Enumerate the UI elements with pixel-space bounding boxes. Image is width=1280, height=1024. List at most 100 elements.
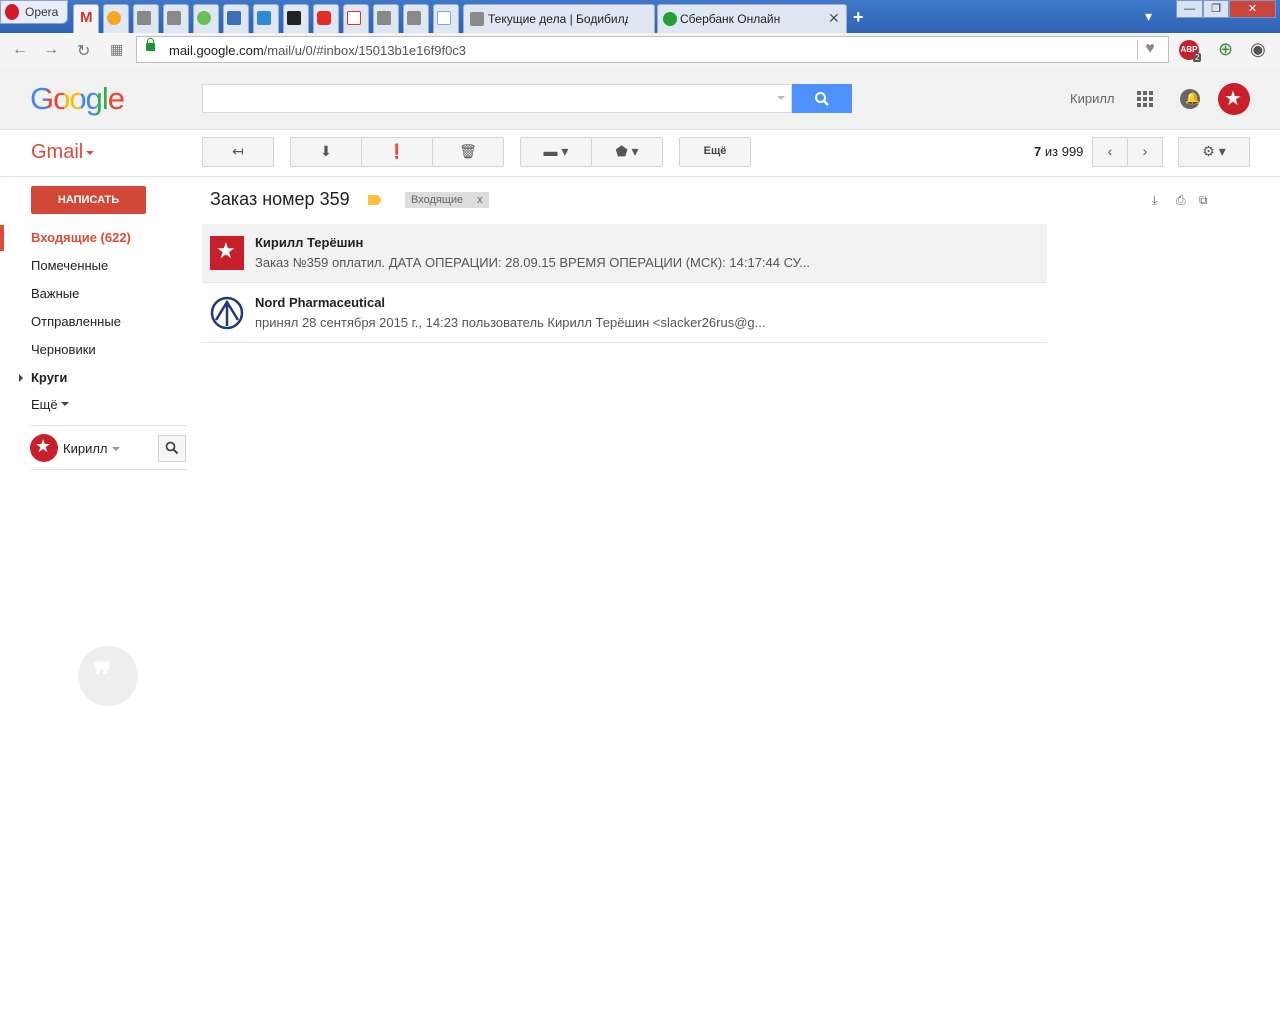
reload-icon[interactable]: ↻ (77, 41, 90, 61)
chat-icon (227, 11, 241, 25)
sidebar-item-inbox[interactable]: Входящие (622) (31, 230, 131, 245)
hangouts-user-name[interactable]: Кирилл (63, 441, 108, 456)
more-actions-button[interactable]: Ещё (679, 137, 751, 167)
important-marker-icon[interactable] (368, 195, 382, 205)
nord-logo-icon (210, 296, 244, 330)
expand-all-icon[interactable]: ⤓ (1152, 193, 1166, 207)
tab-forum[interactable]: Текущие дела | Бодибилд (463, 4, 655, 33)
star-icon: ★ (35, 436, 52, 456)
newer-button[interactable]: ‹ (1092, 137, 1128, 167)
hangouts-quote-icon[interactable]: ❞ (78, 646, 138, 706)
address-bar[interactable]: mail.google.com/mail/u/0/#inbox/15013b1e… (136, 36, 1169, 63)
speed-dial-icon[interactable]: ▦ (110, 41, 123, 58)
close-window-button[interactable]: ✕ (1229, 0, 1276, 18)
expand-arrow-icon[interactable] (19, 374, 23, 382)
apps-grid-icon[interactable] (1137, 91, 1153, 107)
settings-button[interactable]: ⚙ ▾ (1178, 137, 1250, 167)
tab-pinned-10[interactable] (373, 4, 399, 33)
back-to-inbox-button[interactable]: ↤ (202, 137, 274, 167)
tab-pinned-6[interactable] (253, 4, 279, 33)
sender-name: Кирилл Терёшин (255, 235, 364, 250)
bookmark-heart-icon[interactable]: ♥ (1137, 40, 1162, 60)
move-to-button[interactable]: ▬ ▾ (520, 137, 592, 167)
forward-icon[interactable]: → (43, 41, 59, 59)
chevron-down-icon[interactable] (112, 447, 120, 451)
tab-pinned-12[interactable] (433, 4, 459, 33)
older-button[interactable]: › (1127, 137, 1163, 167)
forum-icon (407, 11, 421, 25)
labels-button[interactable]: ⬟ ▾ (591, 137, 663, 167)
archive-button[interactable]: ⬇ (290, 137, 362, 167)
search-icon (815, 92, 829, 106)
tab-pinned-9[interactable] (343, 4, 369, 33)
forum-icon (167, 11, 181, 25)
hangouts-avatar[interactable]: ★ (30, 434, 58, 462)
gear-icon: ⚙ ▾ (1202, 143, 1226, 159)
tab-gmail[interactable]: M (73, 4, 99, 33)
chevron-down-icon[interactable] (61, 402, 69, 406)
tab-pinned-5[interactable] (223, 4, 249, 33)
close-tab-icon[interactable]: ✕ (828, 10, 840, 27)
youtube-icon (317, 11, 331, 25)
sidebar-item-starred[interactable]: Помеченные (31, 258, 108, 273)
tab-sberbank[interactable]: Сбербанк Онлайн ✕ (657, 4, 847, 33)
label-chip-inbox[interactable]: Входящие x (405, 192, 489, 208)
opera-menu-button[interactable]: Opera (0, 0, 68, 24)
spam-exclamation-icon: ❗ (388, 143, 406, 159)
new-tab-button[interactable]: + (853, 7, 864, 28)
sidebar-item-important[interactable]: Важные (31, 286, 79, 301)
search-input[interactable] (202, 84, 792, 113)
search-button[interactable] (792, 84, 852, 113)
hangouts-search-button[interactable] (158, 435, 186, 462)
arrow-left-icon: ↤ (232, 143, 244, 159)
browser-tab-bar: Opera M Текущие дела | Бодибилд Сбербанк… (0, 0, 1280, 33)
sidebar-item-sent[interactable]: Отправленные (31, 314, 121, 329)
tab-pinned-4[interactable] (193, 4, 219, 33)
maximize-button[interactable]: ❐ (1203, 0, 1229, 18)
report-spam-button[interactable]: ❗ (361, 137, 433, 167)
notifications-bell-icon[interactable]: 🔔 (1180, 89, 1200, 109)
app-icon (287, 11, 301, 25)
minimize-button[interactable]: — (1176, 0, 1203, 18)
tab-pinned-3[interactable] (163, 4, 189, 33)
gmail-app-switcher[interactable]: Gmail (31, 141, 83, 164)
yandex-icon (347, 11, 361, 25)
tab-pinned-2[interactable] (133, 4, 159, 33)
new-window-icon[interactable]: ⧉ (1199, 193, 1213, 207)
sidebar-item-more[interactable]: Ещё (31, 397, 58, 412)
sidebar-item-circles[interactable]: Круги (31, 370, 67, 385)
search-icon (165, 441, 179, 455)
message-snippet: принял 28 сентября 2015 г., 14:23 пользо… (255, 315, 766, 330)
adblock-count-badge: 2 (1193, 53, 1202, 62)
tab-menu-icon[interactable]: ▾ (1145, 8, 1152, 25)
account-icon[interactable]: ◉ (1250, 39, 1266, 60)
tab-pinned-1[interactable] (103, 4, 129, 33)
forum-icon (470, 12, 484, 26)
dots-app-icon (197, 11, 211, 25)
opera-menu-label: Opera (25, 5, 59, 19)
delete-button[interactable]: 🗑 (432, 137, 504, 167)
account-avatar[interactable]: ★ (1218, 83, 1250, 115)
chevron-right-icon: › (1142, 143, 1148, 159)
tab-pinned-8[interactable] (313, 4, 339, 33)
tab-pinned-7[interactable] (283, 4, 309, 33)
message-row[interactable]: ★ Кирилл Терёшин Заказ №359 оплатил. ДАТ… (202, 224, 1047, 283)
mail-ru-icon (107, 11, 121, 25)
back-icon[interactable]: ← (12, 41, 28, 59)
google-logo[interactable]: Google (30, 81, 125, 117)
message-snippet: Заказ №359 оплатил. ДАТА ОПЕРАЦИИ: 28.09… (255, 255, 810, 270)
print-icon[interactable]: ⎙ (1176, 193, 1190, 207)
forum-icon (377, 11, 391, 25)
search-options-caret-icon[interactable] (777, 96, 785, 100)
user-name-link[interactable]: Кирилл (1070, 91, 1115, 106)
remove-label-icon[interactable]: x (477, 194, 483, 206)
selected-indicator (0, 225, 4, 251)
message-row[interactable]: Nord Pharmaceutical принял 28 сентября 2… (202, 284, 1047, 343)
trash-icon: 🗑 (459, 143, 477, 159)
compose-button[interactable]: НАПИСАТЬ (31, 186, 146, 214)
tab-pinned-11[interactable] (403, 4, 429, 33)
sidebar-item-drafts[interactable]: Черновики (31, 342, 96, 357)
sberbank-icon (663, 12, 677, 26)
chevron-down-icon[interactable] (86, 151, 94, 155)
download-icon[interactable]: ⊕ (1218, 39, 1233, 60)
